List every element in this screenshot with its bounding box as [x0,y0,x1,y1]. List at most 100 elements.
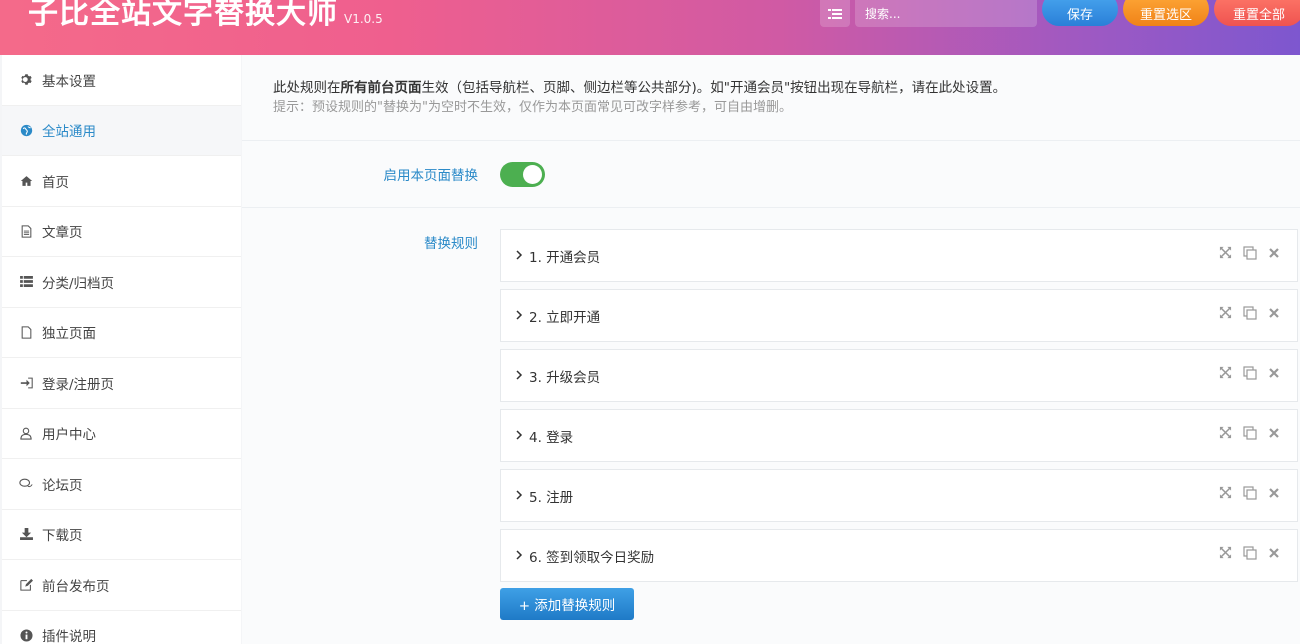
info-icon [19,628,33,642]
rule-title: 3. 升级会员 [529,369,601,386]
sidebar: 基本设置 全站通用 首页 文章页 分类/归档页 独立页面 登录/注册页 用户中心… [2,55,241,644]
user-icon [19,426,33,440]
sidebar-item-label: 用户中心 [42,427,96,444]
rule-actions [1218,245,1281,260]
copy-icon[interactable] [1242,485,1257,500]
sidebar-item-standalone-page[interactable]: 独立页面 [2,308,241,358]
rule-actions [1218,545,1281,560]
comments-icon [19,477,33,491]
expand-icon[interactable] [1218,545,1233,560]
notice-bold: 所有前台页面 [340,80,422,96]
rule-actions [1218,425,1281,440]
rule-title: 5. 注册 [529,489,574,506]
app-title-text: 子比全站文字替换大师 [28,0,338,31]
rule-title: 6. 签到领取今日奖励 [529,549,655,566]
home-icon [19,174,33,188]
sidebar-item-home[interactable]: 首页 [2,156,241,207]
rule-actions [1218,485,1281,500]
sidebar-item-frontend-publish[interactable]: 前台发布页 [2,560,241,611]
rule-actions [1218,365,1281,380]
chevron-right-icon[interactable] [516,249,523,263]
header-bar: 子比全站文字替换大师 V1.0.5 保存 重置选区 重置全部 [0,0,1300,55]
app-version: V1.0.5 [344,12,383,26]
expand-icon[interactable] [1218,245,1233,260]
globe-icon [19,123,33,137]
notice-box: 此处规则在所有前台页面生效（包括导航栏、页脚、侧边栏等公共部分)。如"开通会员"… [242,55,1300,141]
reset-section-button[interactable]: 重置选区 [1123,0,1209,26]
rule-item[interactable]: 2. 立即开通 [500,289,1298,342]
toggle-label: 启用本页面替换 [383,168,479,184]
notice-suffix: 生效（包括导航栏、页脚、侧边栏等公共部分)。如"开通会员"按钮出现在导航栏，请在… [421,80,1007,96]
sidebar-item-label: 分类/归档页 [42,275,115,292]
chevron-right-icon[interactable] [516,309,523,323]
file-icon [19,325,33,339]
chevron-right-icon[interactable] [516,549,523,563]
chevron-right-icon[interactable] [516,369,523,383]
expand-icon[interactable] [1218,305,1233,320]
copy-icon[interactable] [1242,305,1257,320]
search-input[interactable] [855,0,1037,27]
rule-item[interactable]: 4. 登录 [500,409,1298,462]
sidebar-item-user-center[interactable]: 用户中心 [2,409,241,459]
sidebar-item-forum[interactable]: 论坛页 [2,459,241,510]
expand-icon[interactable] [1218,425,1233,440]
close-icon[interactable] [1266,305,1281,320]
rule-title: 4. 登录 [529,429,574,446]
close-icon[interactable] [1266,485,1281,500]
chevron-right-icon[interactable] [516,489,523,503]
close-icon[interactable] [1266,425,1281,440]
expand-icon[interactable] [1218,365,1233,380]
rule-item[interactable]: 1. 开通会员 [500,229,1298,282]
sidebar-item-article[interactable]: 文章页 [2,207,241,257]
sidebar-item-label: 文章页 [42,225,83,242]
sidebar-item-label: 论坛页 [42,477,83,494]
toggle-knob [523,165,542,184]
sidebar-item-label: 登录/注册页 [42,376,115,393]
notice-prefix: 此处规则在 [273,80,341,96]
expand-icon[interactable] [1218,485,1233,500]
sidebar-item-label: 全站通用 [42,124,96,141]
rule-title: 1. 开通会员 [529,249,601,266]
copy-icon[interactable] [1242,425,1257,440]
sidebar-item-download[interactable]: 下载页 [2,510,241,560]
sidebar-item-basic-settings[interactable]: 基本设置 [2,55,241,106]
edit-icon [19,578,33,592]
sidebar-item-plugin-info[interactable]: 插件说明 [2,611,241,644]
rule-item[interactable]: 6. 签到领取今日奖励 [500,529,1298,582]
sidebar-item-label: 首页 [42,174,69,191]
notice-hint: 提示：预设规则的"替换为"为空时不生效，仅作为本页面常见可改字样参考，可自由增删… [273,100,792,115]
gear-icon [19,73,33,87]
rule-actions [1218,305,1281,320]
sign-in-icon [19,376,33,390]
copy-icon[interactable] [1242,545,1257,560]
add-rule-button[interactable]: + 添加替换规则 [500,588,634,620]
rule-item[interactable]: 3. 升级会员 [500,349,1298,402]
sidebar-item-login-register[interactable]: 登录/注册页 [2,358,241,409]
copy-icon[interactable] [1242,245,1257,260]
list-icon [19,275,33,289]
close-icon[interactable] [1266,545,1281,560]
close-icon[interactable] [1266,365,1281,380]
app-title: 子比全站文字替换大师 V1.0.5 [28,0,383,32]
main-panel: 此处规则在所有前台页面生效（包括导航栏、页脚、侧边栏等公共部分)。如"开通会员"… [242,55,1300,644]
rule-title: 2. 立即开通 [529,309,601,326]
sidebar-item-label: 独立页面 [42,326,96,343]
sidebar-item-site-wide[interactable]: 全站通用 [2,105,241,156]
menu-icon [828,8,842,19]
sidebar-item-label: 前台发布页 [42,578,110,595]
notice-text: 此处规则在所有前台页面生效（包括导航栏、页脚、侧边栏等公共部分)。如"开通会员"… [273,79,1300,97]
close-icon[interactable] [1266,245,1281,260]
toggle-row: 启用本页面替换 [242,142,1300,208]
menu-toggle-button[interactable] [820,0,850,27]
sidebar-item-category[interactable]: 分类/归档页 [2,257,241,308]
rules-label: 替换规则 [424,236,478,252]
sidebar-item-label: 基本设置 [42,73,96,90]
sidebar-item-label: 插件说明 [42,629,96,644]
chevron-right-icon[interactable] [516,429,523,443]
rules-list: 1. 开通会员 2. 立即开通 3. 升级会员 4. 登录 5. 注册 6. 签… [500,229,1298,589]
reset-all-button[interactable]: 重置全部 [1214,0,1300,26]
rule-item[interactable]: 5. 注册 [500,469,1298,522]
copy-icon[interactable] [1242,365,1257,380]
save-button[interactable]: 保存 [1042,0,1118,26]
enable-replacement-toggle[interactable] [500,162,545,187]
